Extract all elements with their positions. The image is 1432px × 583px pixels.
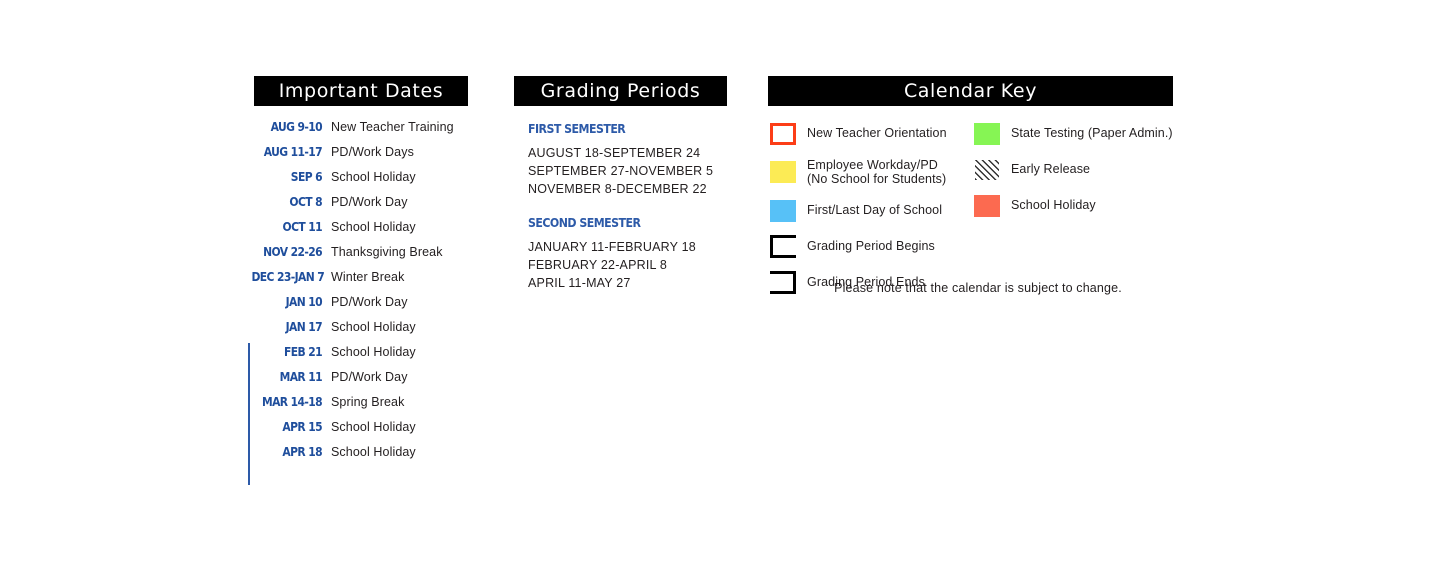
important-date-when: AUG 9-10	[270, 119, 323, 134]
calendar-key-label: New Teacher Orientation	[807, 126, 947, 141]
calendar-key-panel: Calendar Key New Teacher Orientation Empl…	[768, 76, 1188, 306]
important-date-label: Thanksgiving Break	[331, 245, 443, 259]
important-date-label: School Holiday	[331, 320, 416, 334]
important-date-row: JAN 17 School Holiday	[240, 319, 500, 344]
calendar-key-label-line1: Grading Period Begins	[807, 239, 935, 254]
calendar-key-label-line1: Employee Workday/PD	[807, 157, 938, 172]
important-date-row: MAR 11 PD/Work Day	[240, 369, 500, 394]
important-date-row: OCT 8 PD/Work Day	[240, 194, 500, 219]
calendar-key-row: Early Release	[974, 154, 1189, 185]
semester-ranges: AUGUST 18-SEPTEMBER 24 SEPTEMBER 27-NOVEM…	[528, 144, 758, 198]
calendar-key-row: New Teacher Orientation	[770, 118, 970, 149]
important-date-label: PD/Work Day	[331, 295, 408, 309]
calendar-key-label-line1: Early Release	[1011, 162, 1091, 177]
important-date-row: APR 15 School Holiday	[240, 419, 500, 444]
important-date-label: School Holiday	[331, 345, 416, 359]
calendar-key-label: First/Last Day of School	[807, 203, 942, 218]
important-date-row: MAR 14-18 Spring Break	[240, 394, 500, 419]
important-date-row: DEC 23-JAN 7 Winter Break	[240, 269, 500, 294]
calendar-key-row: Grading Period Begins	[770, 231, 970, 262]
calendar-key-label: State Testing (Paper Admin.)	[1011, 126, 1173, 141]
semester-block-first: FIRST SEMESTER AUGUST 18-SEPTEMBER 24 SEP…	[528, 121, 758, 198]
semester-block-second: SECOND SEMESTER JANUARY 11-FEBRUARY 18 FE…	[528, 215, 758, 292]
important-date-when: OCT 8	[289, 194, 322, 209]
important-date-when: JAN 17	[285, 319, 323, 334]
grading-period-range: NOVEMBER 8-DECEMBER 22	[528, 182, 707, 196]
important-date-label: Winter Break	[331, 270, 405, 284]
important-date-when: DEC 23-JAN 7	[251, 269, 325, 284]
calendar-key-column-left: New Teacher Orientation Employee Workday/…	[770, 118, 970, 303]
semester-title: SECOND SEMESTER	[528, 215, 641, 230]
calendar-key-column-right: State Testing (Paper Admin.) Early Releas…	[974, 118, 1189, 226]
calendar-key-label-line2: (No School for Students)	[807, 172, 947, 186]
important-date-when: SEP 6	[290, 169, 323, 184]
important-date-label: PD/Work Days	[331, 145, 414, 159]
calendar-key-label-line1: New Teacher Orientation	[807, 126, 947, 141]
calendar-key-label: Grading Period Begins	[807, 239, 935, 254]
important-dates-panel: Important Dates AUG 9-10 New Teacher Trai…	[240, 76, 500, 506]
calendar-key-label: Employee Workday/PD (No School for Studen…	[807, 158, 946, 187]
grading-period-range: APRIL 11-MAY 27	[528, 276, 631, 290]
calendar-key-label-line1: State Testing (Paper Admin.)	[1011, 126, 1173, 141]
calendar-key-row: Employee Workday/PD (No School for Studen…	[770, 154, 970, 190]
calendar-key-row: First/Last Day of School	[770, 195, 970, 226]
hatch-swatch-icon	[974, 158, 1000, 181]
important-date-when: FEB 21	[284, 344, 323, 359]
important-date-label: PD/Work Day	[331, 195, 408, 209]
bracket-begin-swatch-icon	[770, 235, 796, 258]
outline-red-swatch-icon	[770, 122, 796, 145]
green-swatch-icon	[974, 122, 1000, 145]
important-date-row: SEP 6 School Holiday	[240, 169, 500, 194]
important-date-when: OCT 11	[282, 219, 323, 234]
semester-ranges: JANUARY 11-FEBRUARY 18 FEBRUARY 22-APRIL …	[528, 238, 758, 292]
important-dates-header: Important Dates	[254, 76, 468, 106]
important-date-row: JAN 10 PD/Work Day	[240, 294, 500, 319]
calendar-key-row: School Holiday	[974, 190, 1189, 221]
calendar-key-label-line1: School Holiday	[1011, 198, 1096, 213]
important-date-when: JAN 10	[285, 294, 323, 309]
calendar-key-row: State Testing (Paper Admin.)	[974, 118, 1189, 149]
important-date-when: NOV 22-26	[263, 244, 322, 259]
important-date-row: AUG 9-10 New Teacher Training	[240, 119, 500, 144]
grading-periods-panel: Grading Periods FIRST SEMESTER AUGUST 18…	[514, 76, 764, 306]
important-date-when: MAR 14-18	[261, 394, 323, 409]
important-dates-list: AUG 9-10 New Teacher Training AUG 11-17 PD/…	[240, 119, 500, 469]
calendar-disclaimer: Please note that the calendar is subject…	[834, 281, 1122, 295]
calendar-key-header: Calendar Key	[768, 76, 1173, 106]
important-date-label: School Holiday	[331, 445, 416, 459]
grading-period-range: JANUARY 11-FEBRUARY 18	[528, 240, 696, 254]
calendar-key-label: School Holiday	[1011, 198, 1096, 213]
grading-periods-header: Grading Periods	[514, 76, 727, 106]
important-date-row: OCT 11 School Holiday	[240, 219, 500, 244]
important-date-row: APR 18 School Holiday	[240, 444, 500, 469]
important-date-label: School Holiday	[331, 220, 416, 234]
grading-period-range: SEPTEMBER 27-NOVEMBER 5	[528, 164, 714, 178]
yellow-swatch-icon	[770, 161, 796, 183]
important-date-label: PD/Work Day	[331, 370, 408, 384]
important-date-row: NOV 22-26 Thanksgiving Break	[240, 244, 500, 269]
important-date-when: APR 15	[282, 419, 322, 434]
grading-period-range: AUGUST 18-SEPTEMBER 24	[528, 146, 701, 160]
important-date-row: FEB 21 School Holiday	[240, 344, 500, 369]
important-date-when: MAR 11	[279, 369, 323, 384]
important-date-label: School Holiday	[331, 420, 416, 434]
semester-title: FIRST SEMESTER	[528, 121, 626, 136]
grading-period-range: FEBRUARY 22-APRIL 8	[528, 258, 668, 272]
calendar-key-label: Early Release	[1011, 162, 1090, 177]
important-date-when: AUG 11-17	[263, 144, 323, 159]
important-date-row: AUG 11-17 PD/Work Days	[240, 144, 500, 169]
important-date-when: APR 18	[282, 444, 322, 459]
important-date-label: New Teacher Training	[331, 120, 454, 134]
important-dates-vertical-rule	[248, 343, 250, 485]
salmon-swatch-icon	[974, 194, 1000, 217]
important-date-label: School Holiday	[331, 170, 416, 184]
blue-swatch-icon	[770, 199, 796, 222]
calendar-key-label-line1: First/Last Day of School	[807, 203, 943, 218]
important-date-label: Spring Break	[331, 395, 405, 409]
